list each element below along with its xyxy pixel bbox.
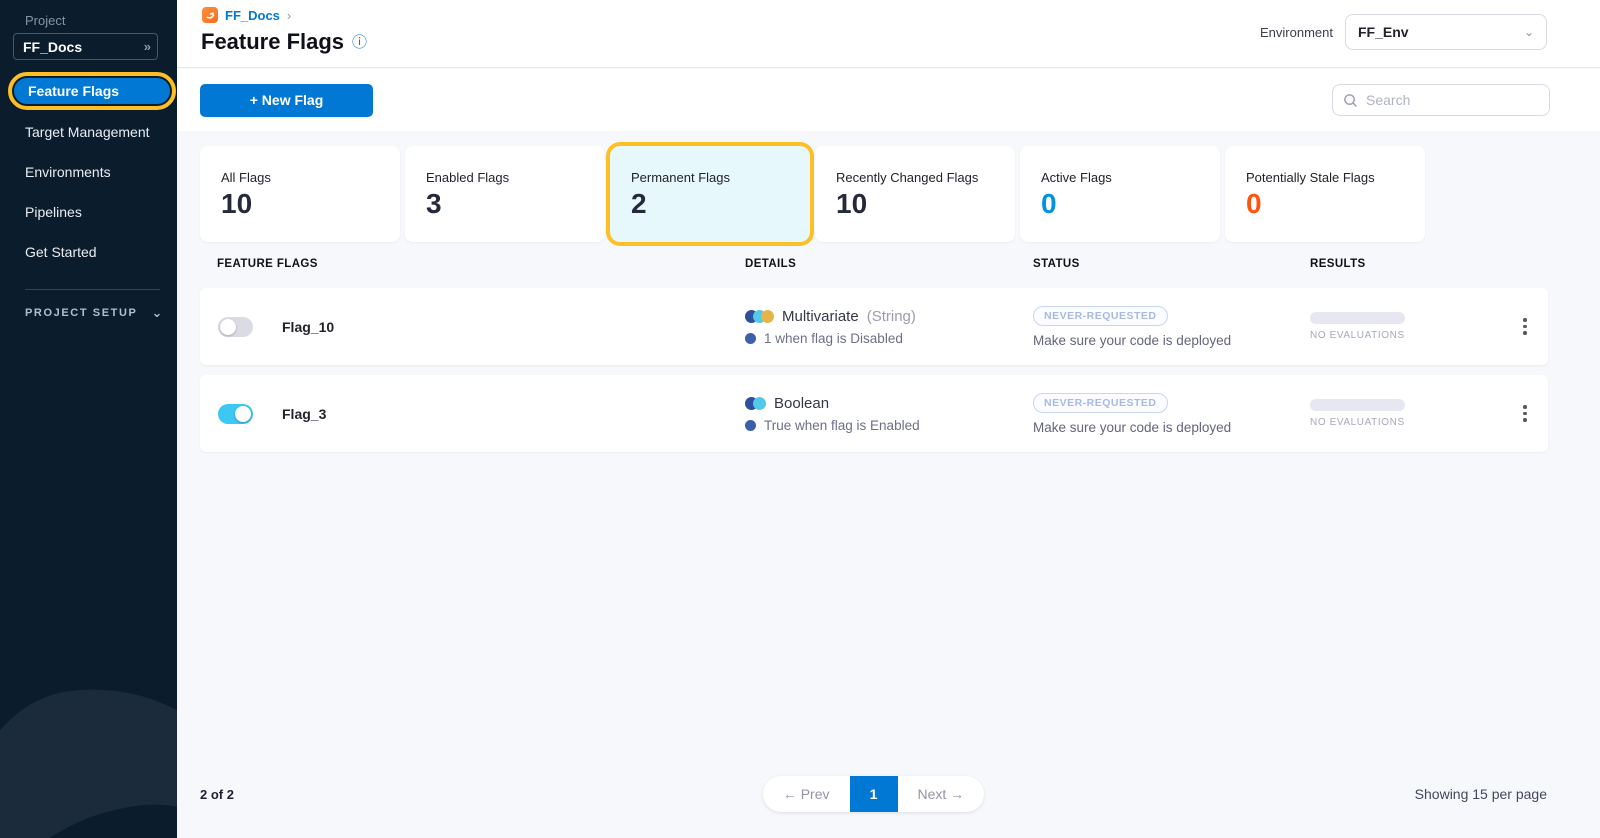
column-header-feature-flags: FEATURE FLAGS (200, 258, 745, 270)
table-header: FEATURE FLAGS DETAILS STATUS RESULTS (200, 258, 1548, 270)
column-header-status: STATUS (1033, 258, 1310, 270)
pagination: ← Prev 1 Next → (763, 776, 984, 812)
list-footer: 2 of 2 ← Prev 1 Next → Showing 15 per pa… (200, 776, 1547, 812)
status-text: Make sure your code is deployed (1033, 333, 1231, 348)
sidebar: Project FF_Docs » Feature Flags Target M… (0, 0, 177, 838)
table-row-flag-3[interactable]: Flag_3 Boolean True when flag is Enabled (200, 375, 1548, 452)
evaluations-text: NO EVALUATIONS (1310, 330, 1405, 341)
project-label: Project (25, 13, 65, 28)
flag-toggle[interactable] (218, 317, 253, 337)
environment-value: FF_Env (1358, 24, 1409, 40)
sidebar-item-target-management[interactable]: Target Management (25, 124, 150, 140)
column-header-menu (1502, 258, 1548, 270)
stat-value: 3 (426, 188, 605, 220)
page-header: FF_Docs › Feature Flags ⓘ Environment FF… (177, 0, 1600, 68)
flag-type: Multivariate (782, 308, 859, 325)
sidebar-divider (25, 289, 160, 290)
kebab-menu-icon[interactable] (1519, 314, 1531, 339)
row-count: 2 of 2 (200, 787, 500, 802)
stat-card-all-flags[interactable]: All Flags 10 (200, 146, 400, 242)
column-header-results: RESULTS (1310, 258, 1502, 270)
search-input[interactable] (1366, 92, 1547, 108)
stat-label: Enabled Flags (426, 170, 605, 185)
kebab-menu-icon[interactable] (1519, 401, 1531, 426)
chevron-double-right-icon[interactable]: » (144, 39, 148, 54)
status-badge: NEVER-REQUESTED (1033, 393, 1168, 413)
breadcrumb-separator: › (287, 8, 291, 23)
breadcrumb: FF_Docs › (202, 7, 291, 23)
stat-value: 10 (221, 188, 400, 220)
stat-value: 10 (836, 188, 1015, 220)
status-badge: NEVER-REQUESTED (1033, 306, 1168, 326)
default-rule: True when flag is Enabled (764, 418, 920, 433)
project-name: FF_Docs (23, 39, 82, 55)
highlight-ring: Feature Flags (8, 72, 176, 110)
project-setup-label: PROJECT SETUP (25, 307, 138, 319)
chevron-down-icon: ⌄ (152, 305, 163, 321)
stat-card-active-flags[interactable]: Active Flags 0 (1020, 146, 1220, 242)
status-text: Make sure your code is deployed (1033, 420, 1231, 435)
search-box[interactable] (1332, 84, 1550, 116)
environment-select[interactable]: FF_Env ⌄ (1345, 14, 1547, 50)
column-header-details: DETAILS (745, 258, 1033, 270)
boolean-icon (745, 397, 766, 410)
stat-card-recently-changed-flags[interactable]: Recently Changed Flags 10 (815, 146, 1015, 242)
stat-value: 0 (1246, 188, 1425, 220)
prev-page-button[interactable]: ← Prev (763, 776, 850, 812)
toolbar: + New Flag (177, 69, 1600, 131)
flag-type-suffix: (String) (867, 308, 916, 325)
multivariate-icon (745, 310, 774, 323)
flag-toggle[interactable] (218, 404, 253, 424)
project-setup-section[interactable]: PROJECT SETUP ⌄ (25, 305, 162, 321)
per-page-text: Showing 15 per page (1247, 786, 1547, 802)
sidebar-item-get-started[interactable]: Get Started (25, 244, 97, 260)
environment-label: Environment (1260, 25, 1333, 40)
stat-value: 2 (631, 188, 810, 220)
stat-label: Potentially Stale Flags (1246, 170, 1425, 185)
flag-name: Flag_3 (282, 406, 326, 422)
stats-cards-row: All Flags 10 Enabled Flags 3 Permanent F… (200, 146, 1425, 242)
table-row-flag-10[interactable]: Flag_10 Multivariate (String) 1 when fla… (200, 288, 1548, 365)
evaluations-text: NO EVALUATIONS (1310, 417, 1405, 428)
search-icon (1343, 93, 1358, 108)
info-icon[interactable]: ⓘ (352, 35, 367, 50)
stat-card-enabled-flags[interactable]: Enabled Flags 3 (405, 146, 605, 242)
flag-list: Flag_10 Multivariate (String) 1 when fla… (200, 288, 1548, 462)
next-page-button[interactable]: Next → (898, 776, 985, 812)
stat-card-potentially-stale-flags[interactable]: Potentially Stale Flags 0 (1225, 146, 1425, 242)
evaluations-bar (1310, 312, 1405, 324)
stat-label: Permanent Flags (631, 170, 810, 185)
breadcrumb-project-link[interactable]: FF_Docs (225, 8, 280, 23)
main-area: FF_Docs › Feature Flags ⓘ Environment FF… (177, 0, 1600, 838)
variation-dot-icon (745, 420, 756, 431)
project-selector[interactable]: FF_Docs » (13, 33, 158, 60)
feature-flags-module-icon (202, 7, 218, 23)
flag-name: Flag_10 (282, 319, 334, 335)
evaluations-bar (1310, 399, 1405, 411)
sidebar-item-feature-flags[interactable]: Feature Flags (14, 78, 170, 104)
stat-value: 0 (1041, 188, 1220, 220)
new-flag-button[interactable]: + New Flag (200, 84, 373, 117)
sidebar-item-environments[interactable]: Environments (25, 164, 111, 180)
variation-dot-icon (745, 333, 756, 344)
default-rule: 1 when flag is Disabled (764, 331, 903, 346)
flag-type: Boolean (774, 395, 829, 412)
current-page-button[interactable]: 1 (850, 776, 898, 812)
chevron-down-icon: ⌄ (1524, 25, 1534, 39)
page-title: Feature Flags (201, 29, 344, 55)
stat-label: Active Flags (1041, 170, 1220, 185)
stat-label: All Flags (221, 170, 400, 185)
sidebar-item-pipelines[interactable]: Pipelines (25, 204, 82, 220)
stat-card-permanent-flags[interactable]: Permanent Flags 2 (610, 146, 810, 242)
content-area: All Flags 10 Enabled Flags 3 Permanent F… (177, 131, 1600, 838)
stat-label: Recently Changed Flags (836, 170, 1015, 185)
